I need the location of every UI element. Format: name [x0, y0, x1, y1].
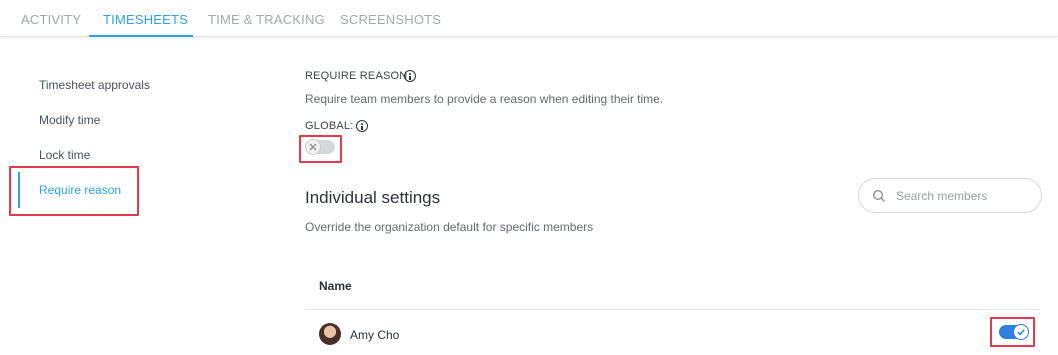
info-icon[interactable] [356, 120, 368, 132]
individual-settings-description: Override the organization default for sp… [305, 220, 594, 234]
tab-screenshots[interactable]: SCREENSHOTS [340, 12, 441, 27]
global-label: GLOBAL: [305, 120, 354, 132]
active-tab-indicator [89, 35, 193, 37]
info-icon[interactable] [404, 70, 416, 82]
search-icon [872, 189, 885, 202]
tab-time-tracking[interactable]: TIME & TRACKING [208, 12, 325, 27]
individual-settings-title: Individual settings [305, 188, 441, 207]
sidebar-item-modify-time[interactable]: Modify time [39, 113, 100, 127]
search-members-input[interactable]: Search members [858, 178, 1042, 213]
table-divider [305, 309, 1040, 310]
tab-timesheets[interactable]: TIMESHEETS [103, 12, 188, 27]
member-name: Amy Cho [350, 328, 400, 342]
column-header-name: Name [319, 279, 352, 293]
sidebar-item-lock-time[interactable]: Lock time [39, 148, 90, 162]
highlight-box [9, 166, 139, 216]
section-description: Require team members to provide a reason… [305, 92, 664, 106]
avatar [319, 323, 341, 345]
tab-activity[interactable]: ACTIVITY [21, 12, 81, 27]
section-title: REQUIRE REASON [305, 70, 408, 82]
top-tab-bar: ACTIVITY TIMESHEETS TIME & TRACKING SCRE… [0, 0, 1058, 37]
sidebar-item-timesheet-approvals[interactable]: Timesheet approvals [39, 78, 150, 92]
highlight-box [299, 135, 342, 163]
highlight-box [990, 317, 1035, 347]
search-placeholder: Search members [896, 189, 988, 203]
